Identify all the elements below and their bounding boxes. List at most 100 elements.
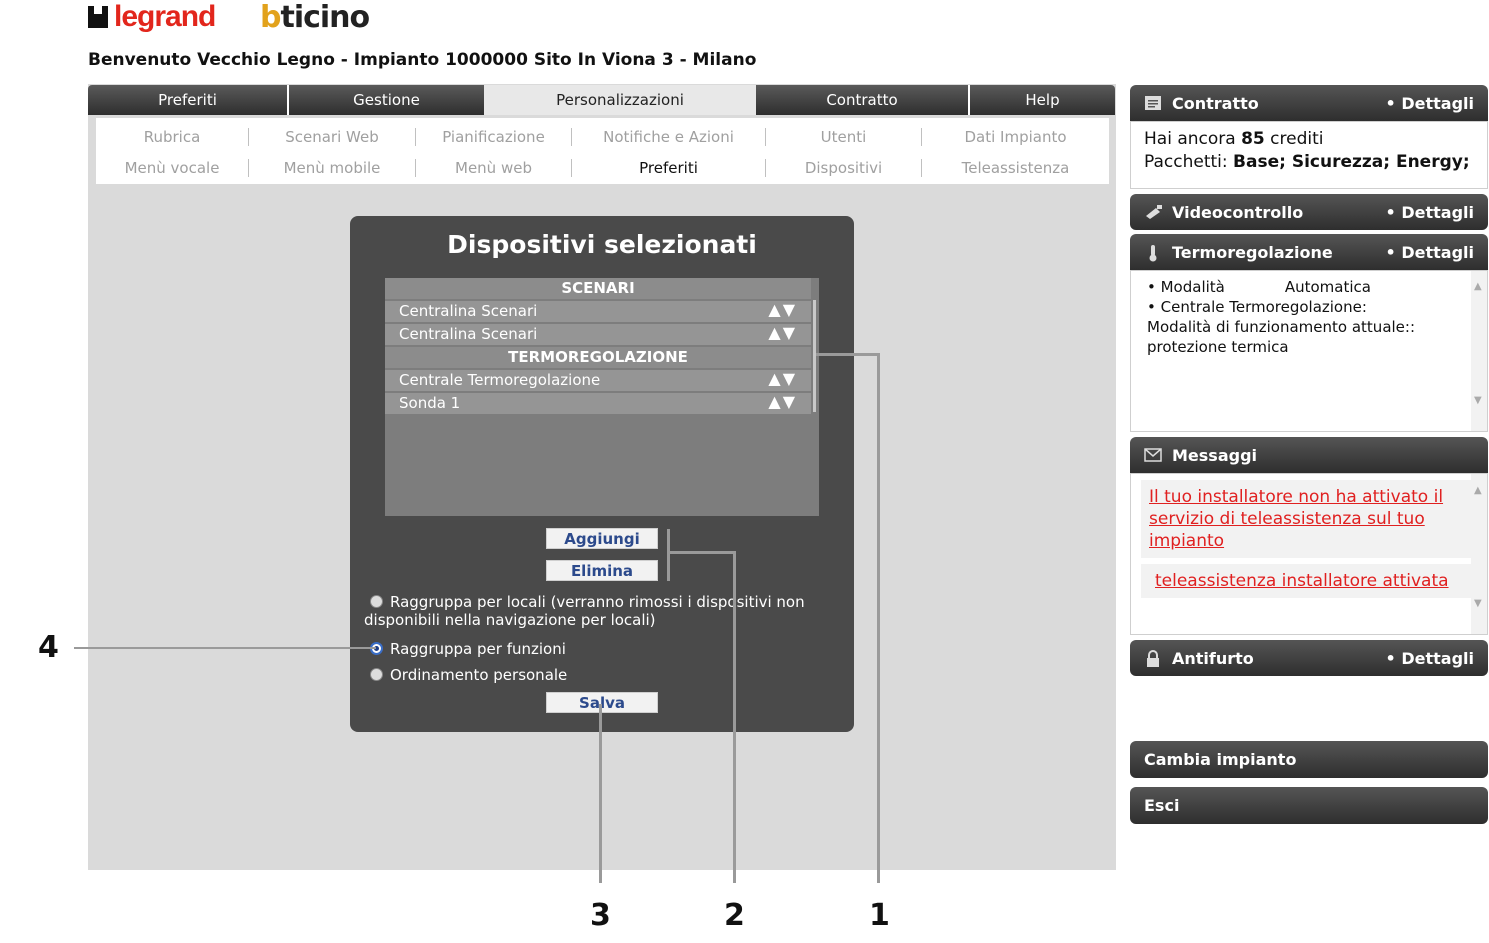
main-nav: Preferiti Gestione Personalizzazioni Con… [88, 85, 1115, 115]
tab-personalizzazioni[interactable]: Personalizzazioni [484, 85, 756, 115]
scroll-down-icon[interactable]: ▼ [1474, 391, 1482, 411]
packages-label: Pacchetti: [1144, 152, 1234, 172]
callout-2-line-h [667, 551, 736, 554]
move-arrows-icon[interactable]: ▲▼ [768, 391, 797, 412]
list-header-label: TERMOREGOLAZIONE [508, 348, 688, 366]
radio-group-funzioni[interactable]: Raggruppa per funzioni [370, 640, 566, 658]
messaggi-scrollbar[interactable]: ▲ ▼ [1471, 474, 1487, 634]
lock-icon [1144, 650, 1162, 667]
subnav-notifiche[interactable]: Notifiche e Azioni [572, 127, 766, 146]
list-item-label: Centralina Scenari [399, 325, 538, 343]
subnav-dispositivi[interactable]: Dispositivi [766, 158, 922, 177]
radio-locali-label: Raggruppa per locali (verranno rimossi i… [390, 593, 805, 611]
termo-scrollbar[interactable]: ▲ ▼ [1471, 271, 1487, 431]
antifurto-title: Antifurto [1172, 648, 1254, 668]
bticino-logo: bticino [260, 0, 370, 35]
scroll-down-icon[interactable]: ▼ [1474, 593, 1482, 614]
bticino-logo-b: b [260, 0, 282, 35]
callout-1-line-h [816, 353, 880, 356]
callout-2-bracket [667, 529, 670, 581]
list-header-label: SCENARI [561, 279, 635, 297]
termo-mode-value: Automatica [1284, 278, 1371, 296]
save-button[interactable]: Salva [546, 692, 658, 713]
list-item[interactable]: Centralina Scenari ▲▼ [385, 299, 811, 322]
legrand-logo-text: legrand [114, 0, 216, 33]
subnav-preferiti[interactable]: Preferiti [572, 158, 766, 177]
callout-1-line-v [877, 353, 880, 883]
devices-listbox[interactable]: SCENARI Centralina Scenari ▲▼ Centralina… [385, 278, 819, 516]
antifurto-widget-header[interactable]: Antifurto • Dettagli [1130, 640, 1488, 676]
subnav-pianificazione[interactable]: Pianificazione [416, 127, 572, 146]
callout-number-2: 2 [724, 898, 745, 933]
subnav-menu-mobile[interactable]: Menù mobile [249, 158, 416, 177]
radio-locali[interactable] [370, 595, 383, 608]
termoregolazione-widget-body: • Modalità Automatica • Centrale Termoreg… [1130, 270, 1488, 432]
legrand-logo: legrand [88, 0, 216, 34]
move-arrows-icon[interactable]: ▲▼ [768, 322, 797, 343]
list-item-label: Centralina Scenari [399, 302, 538, 320]
exit-button[interactable]: Esci [1130, 787, 1488, 824]
subnav-rubrica[interactable]: Rubrica [96, 127, 249, 146]
scroll-up-icon[interactable]: ▲ [1474, 480, 1482, 501]
contratto-widget-body: Hai ancora 85 crediti Pacchetti: Base; S… [1130, 121, 1488, 189]
callout-3-line [599, 704, 602, 883]
move-arrows-icon[interactable]: ▲▼ [768, 299, 797, 320]
tab-contratto[interactable]: Contratto [756, 85, 970, 115]
remove-button[interactable]: Elimina [546, 560, 658, 581]
message-link-2[interactable]: teleassistenza installatore attivata [1155, 571, 1449, 591]
message-item[interactable]: teleassistenza installatore attivata [1141, 564, 1471, 598]
list-scrollbar[interactable] [813, 300, 816, 412]
termoregolazione-title: Termoregolazione [1172, 242, 1333, 262]
messaggi-title: Messaggi [1172, 445, 1258, 465]
antifurto-details-link[interactable]: • Dettagli [1386, 649, 1474, 668]
list-item-label: Sonda 1 [399, 394, 461, 412]
videocontrollo-details-link[interactable]: • Dettagli [1386, 203, 1474, 222]
message-link-1[interactable]: Il tuo installatore non ha attivato il s… [1149, 487, 1443, 551]
list-header-termoregolazione: TERMOREGOLAZIONE [385, 347, 811, 368]
credits-value: 85 [1241, 129, 1265, 149]
callout-2-line-v [733, 551, 736, 883]
termoregolazione-details-link[interactable]: • Dettagli [1386, 243, 1474, 262]
messaggi-widget-body: Il tuo installatore non ha attivato il s… [1130, 473, 1488, 635]
list-item[interactable]: Centralina Scenari ▲▼ [385, 322, 811, 345]
camera-icon [1144, 204, 1162, 220]
subnav-teleassistenza[interactable]: Teleassistenza [922, 159, 1109, 177]
callout-number-1: 1 [869, 898, 890, 933]
envelope-icon [1144, 447, 1162, 463]
radio-group-locali[interactable]: Raggruppa per locali (verranno rimossi i… [364, 593, 834, 629]
tab-gestione[interactable]: Gestione [289, 85, 484, 115]
videocontrollo-widget-header[interactable]: Videocontrollo • Dettagli [1130, 194, 1488, 230]
callout-4-line [74, 647, 376, 649]
change-system-button[interactable]: Cambia impianto [1130, 741, 1488, 778]
panel-title: Dispositivi selezionati [447, 230, 757, 259]
subnav-utenti[interactable]: Utenti [766, 127, 922, 146]
list-header-scenari: SCENARI [385, 278, 811, 299]
message-item[interactable]: Il tuo installatore non ha attivato il s… [1141, 480, 1471, 558]
tab-help[interactable]: Help [970, 85, 1115, 115]
radio-group-personale[interactable]: Ordinamento personale [370, 666, 567, 684]
subnav-menu-vocale[interactable]: Menù vocale [96, 158, 249, 177]
termo-mode-label: • Modalità [1147, 278, 1225, 296]
list-item[interactable]: Sonda 1 ▲▼ [385, 391, 811, 414]
add-button[interactable]: Aggiungi [546, 528, 658, 549]
radio-locali-label-2: disponibili nella navigazione per locali… [364, 611, 656, 629]
termo-mode-current-label: Modalità di funzionamento attuale:: [1147, 318, 1416, 336]
contratto-details-link[interactable]: • Dettagli [1386, 94, 1474, 113]
scroll-up-icon[interactable]: ▲ [1474, 277, 1482, 297]
videocontrollo-title: Videocontrollo [1172, 202, 1304, 222]
radio-personale[interactable] [370, 668, 383, 681]
subnav-scenari-web[interactable]: Scenari Web [249, 127, 416, 146]
radio-funzioni-label: Raggruppa per funzioni [390, 640, 566, 658]
subnav-dati-impianto[interactable]: Dati Impianto [922, 128, 1109, 146]
radio-personale-label: Ordinamento personale [390, 666, 568, 684]
messaggi-widget-header: Messaggi [1130, 437, 1488, 473]
list-item[interactable]: Centrale Termoregolazione ▲▼ [385, 368, 811, 391]
list-item-label: Centrale Termoregolazione [399, 371, 601, 389]
termo-mode-line: • Modalità Automatica [1147, 277, 1471, 297]
tab-preferiti[interactable]: Preferiti [88, 85, 289, 115]
subnav-menu-web[interactable]: Menù web [416, 158, 572, 177]
contratto-widget-header: Contratto • Dettagli [1130, 85, 1488, 121]
move-arrows-icon[interactable]: ▲▼ [768, 368, 797, 389]
welcome-text: Benvenuto Vecchio Legno - Impianto 10000… [88, 50, 757, 70]
packages-value: Base; Sicurezza; Energy; [1233, 152, 1470, 172]
